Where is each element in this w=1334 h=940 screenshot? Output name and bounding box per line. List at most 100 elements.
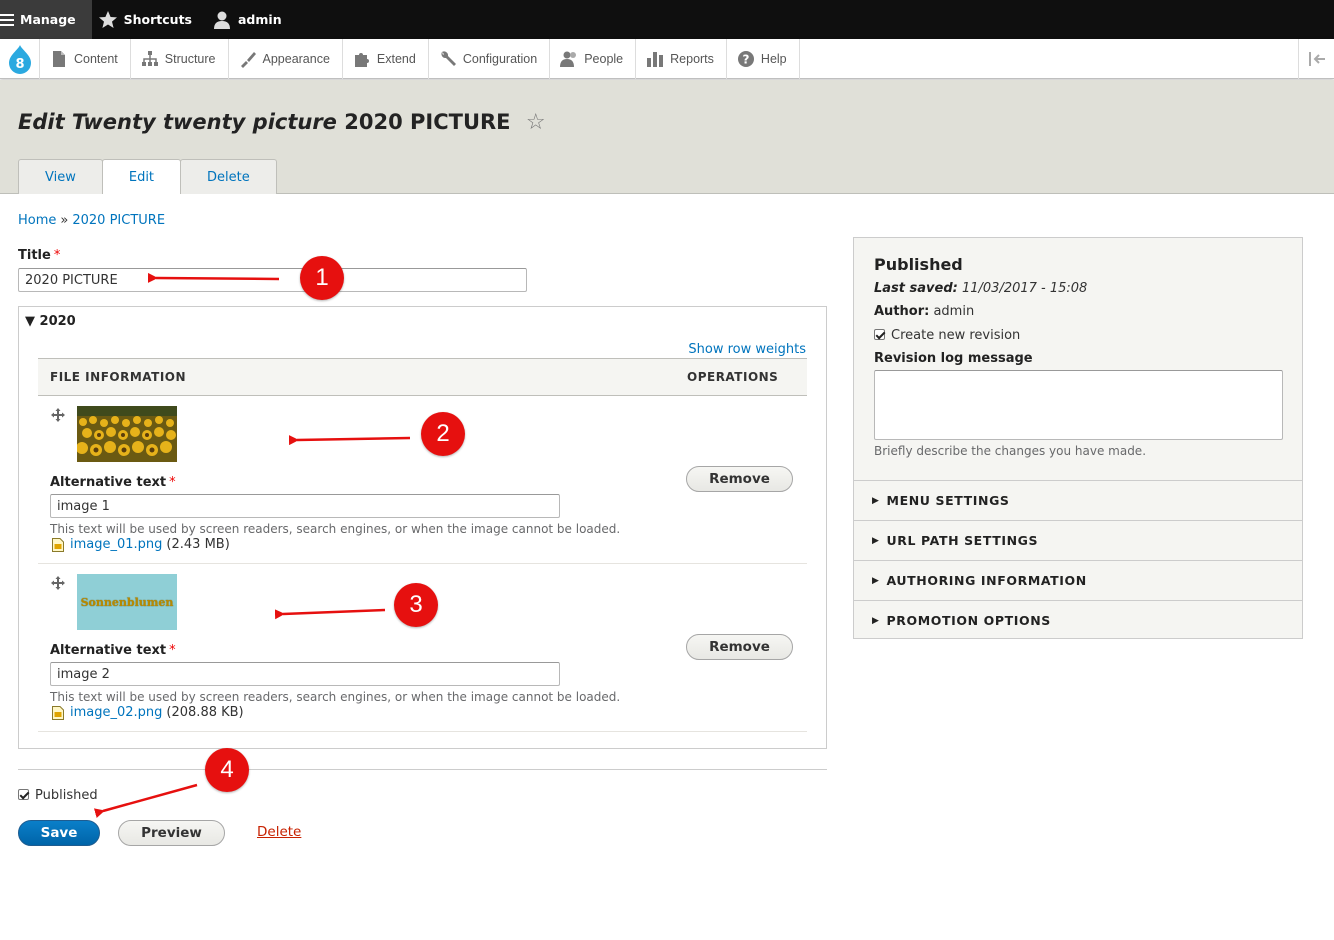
tray-orientation-toggle[interactable] — [1298, 39, 1334, 79]
shortcut-star-icon[interactable]: ☆ — [526, 110, 546, 135]
tray-item-appearance[interactable]: Appearance — [229, 38, 343, 79]
manage-toggle[interactable]: Manage — [0, 0, 92, 39]
file-size: (208.88 KB) — [166, 705, 244, 720]
breadcrumb-current[interactable]: 2020 PICTURE — [72, 213, 165, 228]
file-icon — [53, 50, 65, 67]
fieldset-summary[interactable]: ▼ 2020 — [25, 314, 76, 329]
tray-item-extend[interactable]: Extend — [343, 38, 429, 79]
tab-edit[interactable]: Edit — [101, 159, 182, 194]
show-row-weights-link[interactable]: Show row weights — [688, 342, 806, 357]
alt-text-input[interactable]: image 2 — [50, 662, 560, 686]
admin-tray: 8 Content Structure Appearance Extend Co… — [0, 38, 1334, 79]
promotion-options-toggle[interactable]: ▶ PROMOTION OPTIONS — [854, 600, 1302, 640]
new-revision-checkbox[interactable]: Create new revision — [874, 328, 1020, 343]
file-name-link[interactable]: image_02.png — [70, 705, 162, 720]
alt-text-label-text: Alternative text — [50, 643, 167, 658]
drag-handle-icon[interactable] — [51, 576, 65, 590]
col-operations: OPERATIONS — [687, 370, 779, 384]
tray-item-help[interactable]: ? Help — [727, 38, 800, 79]
tray-label-people: People — [584, 51, 624, 66]
brush-icon — [240, 51, 256, 68]
menu-settings-toggle[interactable]: ▶ MENU SETTINGS — [854, 480, 1302, 520]
required-marker: * — [53, 248, 61, 263]
drupal-logo[interactable]: 8 — [0, 38, 40, 79]
svg-text:8: 8 — [15, 57, 24, 72]
annotation-badge-1: 1 — [300, 256, 344, 300]
remove-button[interactable]: Remove — [686, 634, 793, 660]
table-header: FILE INFORMATION OPERATIONS — [38, 358, 807, 396]
file-table: FILE INFORMATION OPERATIONS Alternative … — [38, 358, 807, 732]
author-value: admin — [933, 304, 975, 319]
section-label: AUTHORING INFORMATION — [886, 573, 1087, 588]
tray-item-people[interactable]: People — [550, 38, 637, 79]
section-label: MENU SETTINGS — [886, 493, 1010, 508]
annotation-arrow-4 — [93, 783, 198, 818]
author-label: Author: — [874, 304, 930, 319]
authoring-information-toggle[interactable]: ▶ AUTHORING INFORMATION — [854, 560, 1302, 600]
primary-tabs: View Edit Delete — [18, 159, 277, 194]
alt-text-value: image 1 — [57, 498, 110, 514]
url-path-settings-toggle[interactable]: ▶ URL PATH SETTINGS — [854, 520, 1302, 560]
entity-meta-sidebar: Published Last saved: 11/03/2017 - 15:08… — [853, 237, 1303, 639]
tray-item-content[interactable]: Content — [40, 38, 131, 79]
triangle-right-icon: ▶ — [872, 495, 880, 506]
tray-label-extend: Extend — [376, 51, 416, 66]
revision-log-label: Revision log message — [874, 351, 1033, 366]
page-title-bundle: Edit Twenty twenty picture — [18, 110, 337, 134]
breadcrumb-home[interactable]: Home — [18, 213, 56, 228]
required-marker: * — [169, 643, 176, 658]
remove-button[interactable]: Remove — [686, 466, 793, 492]
published-checkbox[interactable]: Published — [18, 788, 98, 803]
save-button[interactable]: Save — [18, 820, 100, 846]
fieldset-label: 2020 — [39, 314, 76, 329]
title-input-value: 2020 PICTURE — [25, 272, 118, 288]
tray-label-configuration: Configuration — [462, 51, 538, 66]
star-icon — [98, 10, 117, 28]
wrench-icon — [441, 50, 456, 66]
title-label-text: Title — [18, 248, 51, 263]
revision-log-description: Briefly describe the changes you have ma… — [874, 444, 1147, 458]
file-size: (2.43 MB) — [166, 537, 230, 552]
thumbnail-sunflowers — [77, 406, 177, 462]
tab-view[interactable]: View — [18, 159, 103, 194]
tray-label-appearance: Appearance — [262, 51, 330, 66]
breadcrumb-separator: » — [60, 213, 69, 228]
delete-link[interactable]: Delete — [257, 824, 301, 840]
triangle-right-icon: ▶ — [872, 575, 880, 586]
annotation-badge-2: 2 — [421, 412, 465, 456]
file-link: image_01.png (2.43 MB) — [52, 537, 230, 552]
alt-text-input[interactable]: image 1 — [50, 494, 560, 518]
alt-text-value: image 2 — [57, 666, 110, 682]
annotation-badge-4: 4 — [205, 748, 249, 792]
svg-text:?: ? — [742, 52, 749, 66]
divider — [18, 769, 827, 770]
drupal-drop-icon: 8 — [8, 44, 31, 74]
drag-handle-icon[interactable] — [51, 408, 65, 422]
user-toggle[interactable]: admin — [206, 0, 296, 39]
tray-label-content: Content — [74, 51, 118, 66]
section-label: PROMOTION OPTIONS — [886, 613, 1051, 628]
file-link: image_02.png (208.88 KB) — [52, 705, 244, 720]
preview-button[interactable]: Preview — [118, 820, 225, 846]
title-label: Title * — [18, 248, 60, 263]
tab-delete[interactable]: Delete — [180, 159, 277, 194]
file-name-link[interactable]: image_01.png — [70, 537, 162, 552]
title-input[interactable]: 2020 PICTURE — [18, 268, 527, 292]
tray-item-reports[interactable]: Reports — [636, 38, 727, 79]
thumbnail-text: Sonnenblumen — [80, 595, 174, 609]
revision-log-textarea[interactable] — [874, 370, 1283, 440]
top-toolbar: Manage Shortcuts admin — [0, 0, 1334, 39]
checkbox-checked-icon[interactable] — [874, 329, 885, 340]
tray-label-reports: Reports — [670, 51, 714, 66]
sitemap-icon — [141, 50, 158, 66]
bar-chart-icon — [647, 51, 664, 67]
shortcuts-toggle[interactable]: Shortcuts — [92, 0, 206, 39]
tray-item-structure[interactable]: Structure — [131, 38, 229, 79]
last-saved-value: 11/03/2017 - 15:08 — [961, 281, 1088, 296]
triangle-right-icon: ▶ — [872, 615, 880, 626]
page-title: Edit Twenty twenty picture 2020 PICTURE … — [18, 110, 546, 135]
checkbox-checked-icon[interactable] — [18, 789, 29, 800]
alt-text-label: Alternative text * — [50, 475, 176, 490]
annotation-badge-3: 3 — [394, 583, 438, 627]
tray-item-configuration[interactable]: Configuration — [429, 38, 551, 79]
